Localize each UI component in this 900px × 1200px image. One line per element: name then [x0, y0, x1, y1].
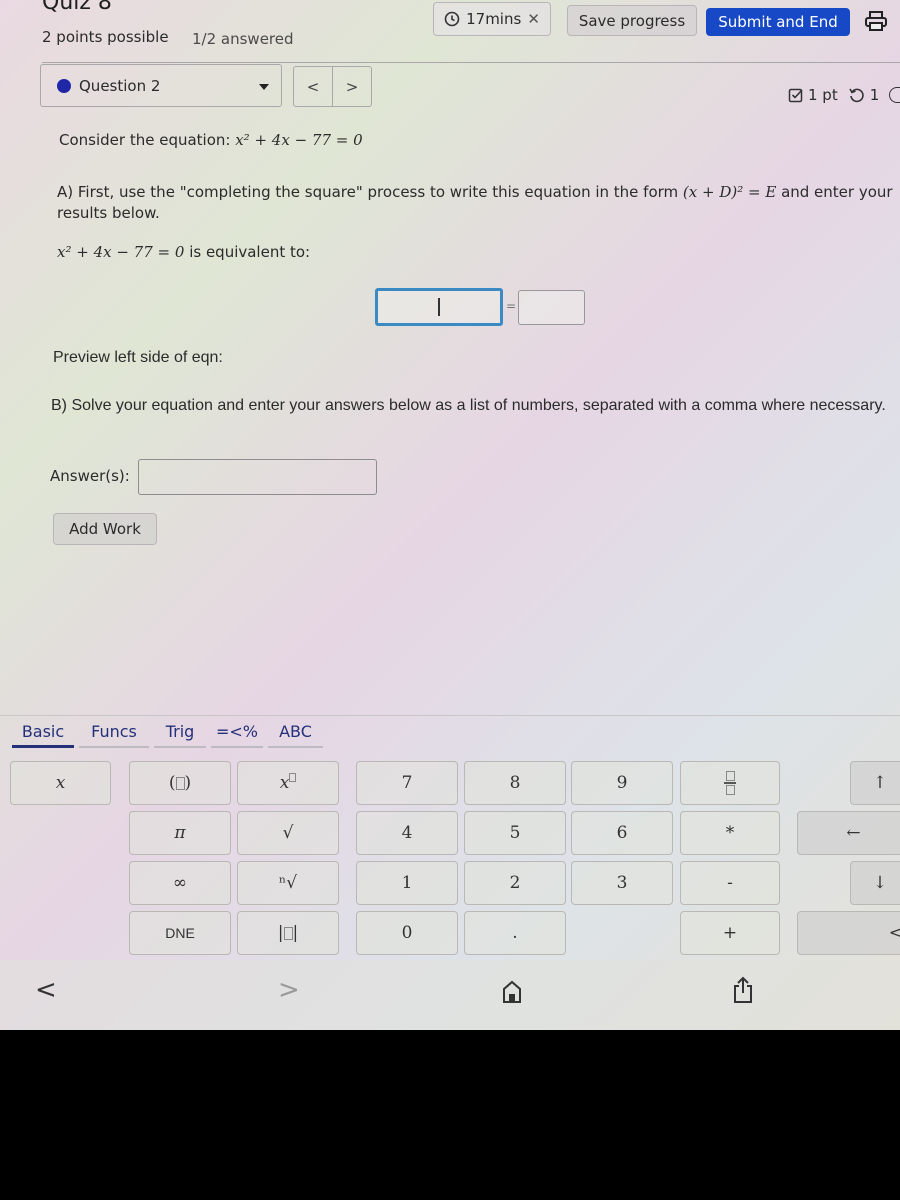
tab-basic[interactable]: Basic	[12, 722, 74, 748]
submit-and-end-button[interactable]: Submit and End	[706, 8, 850, 36]
placeholder-box-icon	[283, 926, 293, 940]
key-plus[interactable]: +	[680, 911, 780, 955]
key-power[interactable]: x	[237, 761, 339, 805]
question-meta: 1 pt 1	[788, 86, 900, 104]
fraction-icon	[724, 771, 736, 795]
tab-trig[interactable]: Trig	[154, 722, 206, 748]
key-dne[interactable]: DNE	[129, 911, 231, 955]
quiz-screen: Quiz 8 2 points possible 1/2 answered 17…	[0, 0, 900, 1030]
equation: x² + 4x − 77 = 0	[235, 131, 363, 149]
caret-down-icon	[259, 84, 269, 90]
placeholder-box-icon	[175, 776, 185, 790]
key-7[interactable]: 7	[356, 761, 458, 805]
key-up[interactable]: ↑	[850, 761, 900, 805]
save-progress-button[interactable]: Save progress	[567, 5, 697, 36]
tab-relations[interactable]: =<%	[211, 722, 263, 748]
status-dot-icon	[57, 78, 71, 93]
header-divider	[42, 62, 900, 63]
key-backspace[interactable]: ←	[797, 811, 900, 855]
text-cursor	[438, 298, 440, 316]
question-select[interactable]: Question 2	[40, 64, 282, 107]
clock-icon	[444, 11, 460, 27]
next-question-button[interactable]: >	[332, 66, 372, 107]
key-minus[interactable]: -	[680, 861, 780, 905]
close-icon[interactable]: ✕	[527, 10, 540, 28]
checkbox-icon	[788, 88, 803, 103]
answers-label: Answer(s):	[50, 467, 130, 485]
quiz-title: Quiz 8	[42, 0, 112, 15]
tab-funcs[interactable]: Funcs	[79, 722, 149, 748]
key-down[interactable]: ↓	[850, 861, 900, 905]
key-3[interactable]: 3	[571, 861, 673, 905]
key-nth-root[interactable]: ⁿ√	[237, 861, 339, 905]
key-multiply[interactable]: *	[680, 811, 780, 855]
printer-icon[interactable]	[864, 10, 888, 32]
equals-sign: =	[506, 299, 517, 313]
tab-abc[interactable]: ABC	[268, 722, 323, 748]
part-b-instructions: B) Solve your equation and enter your an…	[51, 397, 886, 414]
key-6[interactable]: 6	[571, 811, 673, 855]
points-value: 1 pt	[808, 86, 838, 104]
points-possible: 2 points possible	[42, 28, 169, 46]
info-icon[interactable]	[889, 87, 900, 103]
key-left[interactable]: <	[797, 911, 900, 955]
part-a-instructions: A) First, use the "completing the square…	[57, 183, 893, 222]
timer-button[interactable]: 17mins ✕	[433, 2, 551, 36]
retry-icon	[849, 88, 864, 103]
keypad-tabs: Basic Funcs Trig =<% ABC	[12, 722, 323, 748]
key-0[interactable]: 0	[356, 911, 458, 955]
key-4[interactable]: 4	[356, 811, 458, 855]
key-8[interactable]: 8	[464, 761, 566, 805]
key-2[interactable]: 2	[464, 861, 566, 905]
share-icon[interactable]	[732, 976, 754, 1004]
key-absolute-value[interactable]: | |	[237, 911, 339, 955]
key-sqrt[interactable]: √	[237, 811, 339, 855]
keypad-divider	[0, 715, 900, 716]
placeholder-box-icon	[289, 772, 297, 782]
right-side-input[interactable]	[518, 290, 585, 325]
answered-count: 1/2 answered	[192, 30, 294, 48]
browser-toolbar	[0, 960, 900, 1030]
retries-value: 1	[869, 86, 880, 104]
question-prompt: Consider the equation: x² + 4x − 77 = 0	[59, 131, 363, 149]
browser-back-button[interactable]: <	[35, 975, 57, 1005]
key-pi[interactable]: π	[129, 811, 231, 855]
answers-input[interactable]	[138, 459, 377, 495]
key-infinity[interactable]: ∞	[129, 861, 231, 905]
timer-text: 17mins	[466, 10, 522, 28]
key-decimal[interactable]: .	[464, 911, 566, 955]
browser-forward-button[interactable]: >	[278, 975, 300, 1005]
home-icon[interactable]	[502, 980, 522, 1004]
previous-question-button[interactable]: <	[293, 66, 333, 107]
question-select-label: Question 2	[79, 76, 161, 95]
add-work-button[interactable]: Add Work	[53, 513, 157, 545]
key-1[interactable]: 1	[356, 861, 458, 905]
left-side-input[interactable]	[375, 288, 503, 326]
equivalent-line: x² + 4x − 77 = 0 is equivalent to:	[57, 243, 311, 261]
key-fraction[interactable]	[680, 761, 780, 805]
key-5[interactable]: 5	[464, 811, 566, 855]
preview-label: Preview left side of eqn:	[53, 349, 223, 366]
key-parentheses[interactable]: ()	[129, 761, 231, 805]
key-9[interactable]: 9	[571, 761, 673, 805]
target-form: (x + D)² = E	[682, 183, 777, 201]
key-x[interactable]: x	[10, 761, 111, 805]
